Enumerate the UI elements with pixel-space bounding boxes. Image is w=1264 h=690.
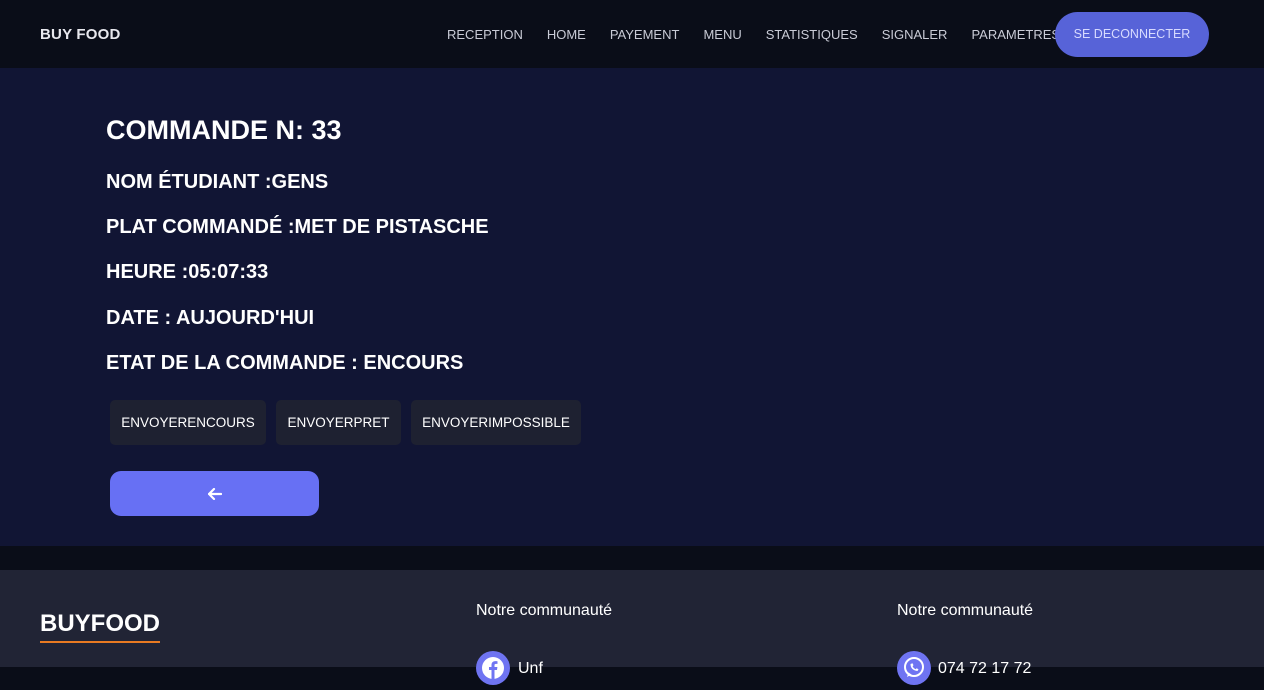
send-impossible-button[interactable]: ENVOYERIMPOSSIBLE bbox=[411, 400, 581, 445]
brand-logo[interactable]: BUY FOOD bbox=[40, 26, 121, 43]
back-button[interactable] bbox=[110, 471, 319, 516]
student-name: NOM ÉTUDIANT :GENS bbox=[106, 171, 329, 193]
arrow-left-icon bbox=[207, 487, 222, 500]
nav-link-home[interactable]: HOME bbox=[547, 27, 586, 42]
nav-link-parametres[interactable]: PARAMETRES bbox=[971, 27, 1060, 42]
logout-button[interactable]: SE DECONNECTER bbox=[1055, 12, 1209, 57]
nav-link-signaler[interactable]: SIGNALER bbox=[882, 27, 948, 42]
order-title: COMMANDE N: 33 bbox=[106, 115, 342, 145]
top-navbar: BUY FOOD RECEPTION HOME PAYEMENT MENU ST… bbox=[0, 0, 1264, 68]
footer-brand: BUYFOOD bbox=[40, 610, 160, 643]
footer-phone-link[interactable]: 074 72 17 72 bbox=[938, 660, 1031, 678]
nav-link-menu[interactable]: MENU bbox=[703, 27, 741, 42]
order-status: ETAT DE LA COMMANDE : ENCOURS bbox=[106, 352, 464, 374]
facebook-icon[interactable] bbox=[476, 651, 510, 685]
footer-community-heading: Notre communauté bbox=[476, 602, 613, 619]
footer-contact-heading: Notre communauté bbox=[897, 602, 1034, 619]
whatsapp-icon[interactable] bbox=[897, 651, 931, 685]
footer-facebook-link[interactable]: Unf bbox=[518, 660, 543, 678]
ordered-dish: PLAT COMMANDÉ :MET DE PISTASCHE bbox=[106, 216, 489, 238]
order-date: DATE : AUJOURD'HUI bbox=[106, 307, 315, 329]
nav-link-reception[interactable]: RECEPTION bbox=[447, 27, 523, 42]
order-detail-section: COMMANDE N: 33 NOM ÉTUDIANT :GENS PLAT C… bbox=[0, 68, 1264, 546]
nav-links: RECEPTION HOME PAYEMENT MENU STATISTIQUE… bbox=[447, 27, 1084, 42]
order-time: HEURE :05:07:33 bbox=[106, 261, 269, 283]
send-encours-button[interactable]: ENVOYERENCOURS bbox=[110, 400, 266, 445]
nav-link-payement[interactable]: PAYEMENT bbox=[610, 27, 680, 42]
footer: BUYFOOD Notre communauté Unf Notre commu… bbox=[0, 570, 1264, 685]
send-pret-button[interactable]: ENVOYERPRET bbox=[276, 400, 401, 445]
nav-link-statistiques[interactable]: STATISTIQUES bbox=[766, 27, 858, 42]
